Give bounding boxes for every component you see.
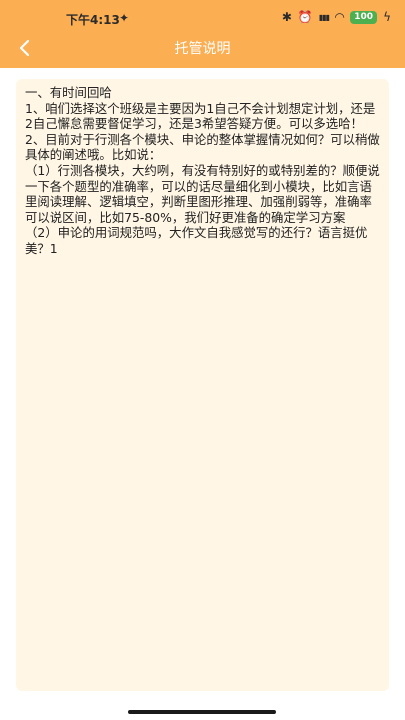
app-header: 下午4:13 ✦ ✱ ⏰ ▮▮▮ ◠ 100 ϟ 托管说明 xyxy=(0,0,405,68)
battery-indicator: 100 xyxy=(350,10,378,24)
alarm-icon: ⏰ xyxy=(297,10,313,24)
page-title: 托管说明 xyxy=(174,41,231,57)
nav-bar: 托管说明 xyxy=(0,32,405,66)
status-icons: ✱ ⏰ ▮▮▮ ◠ 100 ϟ xyxy=(282,10,391,24)
bluetooth-icon: ✱ xyxy=(281,10,292,24)
content-card: 一、有时间回哈 1、咱们选择这个班级是主要因为1自己不会计划想定计划，还是2自己… xyxy=(16,79,389,691)
status-bar: 下午4:13 ✦ ✱ ⏰ ▮▮▮ ◠ 100 ϟ xyxy=(0,0,405,36)
content-text: 一、有时间回哈 1、咱们选择这个班级是主要因为1自己不会计划想定计划，还是2自己… xyxy=(25,85,380,256)
charging-icon: ϟ xyxy=(383,10,391,24)
signal-icon: ▮▮▮ xyxy=(318,12,330,22)
status-time: 下午4:13 xyxy=(66,13,120,27)
home-indicator[interactable] xyxy=(128,710,276,714)
location-icon: ✦ xyxy=(119,11,130,25)
wifi-icon: ◠ xyxy=(335,10,345,24)
